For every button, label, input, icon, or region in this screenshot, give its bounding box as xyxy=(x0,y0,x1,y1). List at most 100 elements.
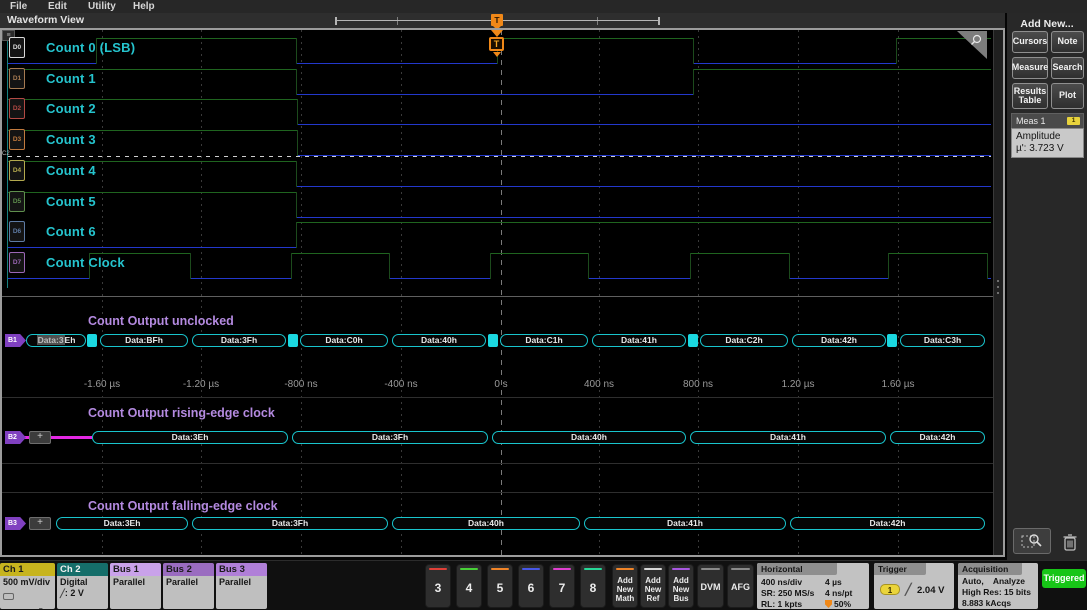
bus-transition-block xyxy=(488,334,498,347)
bus-segment[interactable]: Data:40h xyxy=(392,334,486,347)
waveform-view[interactable]: ≡D0Count 0 (LSB)D1Count 1D2Count 2D3Coun… xyxy=(0,28,1005,557)
delete-button[interactable] xyxy=(1057,530,1083,554)
bus-badge-b2[interactable]: B2 xyxy=(5,431,26,444)
bus-segment[interactable]: Data:41h xyxy=(592,334,686,347)
channel-badge-d2[interactable]: D2 xyxy=(9,98,25,119)
bus-segment[interactable]: Data:41h xyxy=(690,431,886,444)
bus-segment[interactable]: Data:3Eh xyxy=(26,334,86,347)
channel-number: 3 xyxy=(426,581,450,595)
add-new-search-button[interactable]: Search xyxy=(1051,57,1084,79)
channel-label-d5[interactable]: Count 5 xyxy=(46,194,96,209)
channel-label-d2[interactable]: Count 2 xyxy=(46,101,96,116)
channel-badge-d1[interactable]: D1 xyxy=(9,68,25,89)
bus-segment[interactable]: Data:42h xyxy=(790,517,985,530)
channel-label-d6[interactable]: Count 6 xyxy=(46,224,96,239)
bus-segment[interactable]: Data:C3h xyxy=(900,334,985,347)
acquisition-settings-panel[interactable]: AcquisitionAuto, AnalyzeHigh Res: 15 bit… xyxy=(958,563,1038,609)
measurement-badge[interactable]: Meas 1 1 Amplitude µ': 3.723 V xyxy=(1011,113,1084,158)
channel-button-6[interactable]: 6 xyxy=(518,564,544,608)
channel-button-7[interactable]: 7 xyxy=(549,564,575,608)
draw-zoom-corner-button[interactable] xyxy=(955,31,987,59)
splitter-dot-icon xyxy=(997,280,999,282)
menu-item-edit[interactable]: Edit xyxy=(48,0,67,13)
bus-badge-b1[interactable]: B1 xyxy=(5,334,26,347)
bus-badge-b3[interactable]: B3 xyxy=(5,517,26,530)
digital-wave-edge xyxy=(896,38,897,64)
bus-label-b2[interactable]: Count Output rising-edge clock xyxy=(88,406,275,420)
digital-wave-edge xyxy=(888,253,889,279)
results-bar: Add New... Meas 1 1 Amplitude µ': 3.723 … xyxy=(1007,13,1087,560)
channel-button-4[interactable]: 4 xyxy=(456,564,482,608)
trigger-position-marker[interactable]: T xyxy=(491,14,503,26)
add-new-plot-button[interactable]: Plot xyxy=(1051,83,1084,109)
channel-badge-d0[interactable]: D0 xyxy=(9,37,25,58)
digital-wave-segment xyxy=(8,278,89,279)
channel-badge-d4[interactable]: D4 xyxy=(9,160,25,181)
bus-expand-plus-button[interactable]: + xyxy=(29,431,51,444)
afg-button[interactable]: AFG xyxy=(727,564,754,608)
digital-wave-edge xyxy=(190,253,191,279)
trigger-marker[interactable]: T xyxy=(489,37,504,51)
menu-item-help[interactable]: Help xyxy=(133,0,155,13)
add-button-label: AddNewRef xyxy=(641,576,665,603)
channel-button-5[interactable]: 5 xyxy=(487,564,513,608)
channel-settings-badge-ch2[interactable]: Ch 2Digital╱: 2 V xyxy=(57,563,108,609)
bus-segment[interactable]: Data:3Fh xyxy=(292,431,488,444)
time-axis-label: -800 ns xyxy=(271,379,331,390)
trigger-settings-panel[interactable]: Trigger1╱2.04 V xyxy=(874,563,954,609)
add-new-cursors-button[interactable]: Cursors xyxy=(1012,31,1048,53)
channel-setting-text: 100 MHzBw xyxy=(3,606,52,610)
menu-item-utility[interactable]: Utility xyxy=(88,0,116,13)
channel-badge-d5[interactable]: D5 xyxy=(9,191,25,212)
channel-color-strip xyxy=(460,568,478,570)
menu-item-file[interactable]: File xyxy=(10,0,27,13)
add-new-ref-button[interactable]: AddNewRef xyxy=(640,564,666,608)
channel-label-d3[interactable]: Count 3 xyxy=(46,132,96,147)
bus-segment[interactable]: Data:40h xyxy=(492,431,686,444)
measurement-badge-body: Amplitude µ': 3.723 V xyxy=(1011,128,1084,158)
channel-label-d4[interactable]: Count 4 xyxy=(46,163,96,178)
trigger-arrow-icon xyxy=(493,52,501,57)
bus-segment[interactable]: Data:BFh xyxy=(100,334,188,347)
tab-waveform-view[interactable]: Waveform View xyxy=(7,14,84,26)
add-color-strip xyxy=(672,568,690,570)
bus-segment[interactable]: Data:3Fh xyxy=(192,517,388,530)
add-new-math-button[interactable]: AddNewMath xyxy=(612,564,638,608)
bus-segment[interactable]: Data:3Eh xyxy=(56,517,188,530)
add-new-measure-button[interactable]: Measure xyxy=(1012,57,1048,79)
bus-segment[interactable]: Data:C0h xyxy=(300,334,388,347)
channel-badge-d7[interactable]: D7 xyxy=(9,252,25,273)
digital-threshold-text: ╱: 2 V xyxy=(60,588,105,600)
channel-label-d0[interactable]: Count 0 (LSB) xyxy=(46,40,135,55)
zoom-mode-button[interactable] xyxy=(1013,528,1051,554)
bus-segment[interactable]: Data:41h xyxy=(584,517,786,530)
bus-segment[interactable]: Data:C2h xyxy=(700,334,788,347)
channel-badge-d3[interactable]: D3 xyxy=(9,129,25,150)
add-new-bus-button[interactable]: AddNewBus xyxy=(668,564,694,608)
bus-expand-plus-button[interactable]: + xyxy=(29,517,51,530)
menu-bar: File Edit Utility Help xyxy=(0,0,1087,13)
channel-settings-badge-bus1[interactable]: Bus 1Parallel xyxy=(110,563,161,609)
bus-label-b3[interactable]: Count Output falling-edge clock xyxy=(88,499,278,513)
add-new-results-table-button[interactable]: Results Table xyxy=(1012,83,1048,109)
horizontal-settings-panel[interactable]: Horizontal400 ns/div4 µsSR: 250 MS/s4 ns… xyxy=(757,563,869,609)
channel-settings-badge-bus3[interactable]: Bus 3Parallel xyxy=(216,563,267,609)
bus-segment[interactable]: Data:40h xyxy=(392,517,580,530)
add-new-note-button[interactable]: Note xyxy=(1051,31,1084,53)
channel-settings-badge-ch1[interactable]: Ch 1500 mV/div100 MHzBw xyxy=(0,563,55,609)
bus-segment[interactable]: Data:3Fh xyxy=(192,334,286,347)
channel-settings-badge-bus2[interactable]: Bus 2Parallel xyxy=(163,563,214,609)
probe-icon xyxy=(3,593,14,600)
channel-badge-d6[interactable]: D6 xyxy=(9,221,25,242)
bus-segment[interactable]: Data:42h xyxy=(792,334,886,347)
measurement-value: µ': 3.723 V xyxy=(1016,143,1079,155)
channel-label-d7[interactable]: Count Clock xyxy=(46,255,125,270)
bus-segment[interactable]: Data:3Eh xyxy=(92,431,288,444)
channel-button-3[interactable]: 3 xyxy=(425,564,451,608)
channel-label-d1[interactable]: Count 1 xyxy=(46,71,96,86)
channel-button-8[interactable]: 8 xyxy=(580,564,606,608)
dvm-button[interactable]: DVM xyxy=(697,564,724,608)
bus-segment[interactable]: Data:C1h xyxy=(500,334,588,347)
bus-segment[interactable]: Data:42h xyxy=(890,431,985,444)
bus-label-b1[interactable]: Count Output unclocked xyxy=(88,314,234,328)
